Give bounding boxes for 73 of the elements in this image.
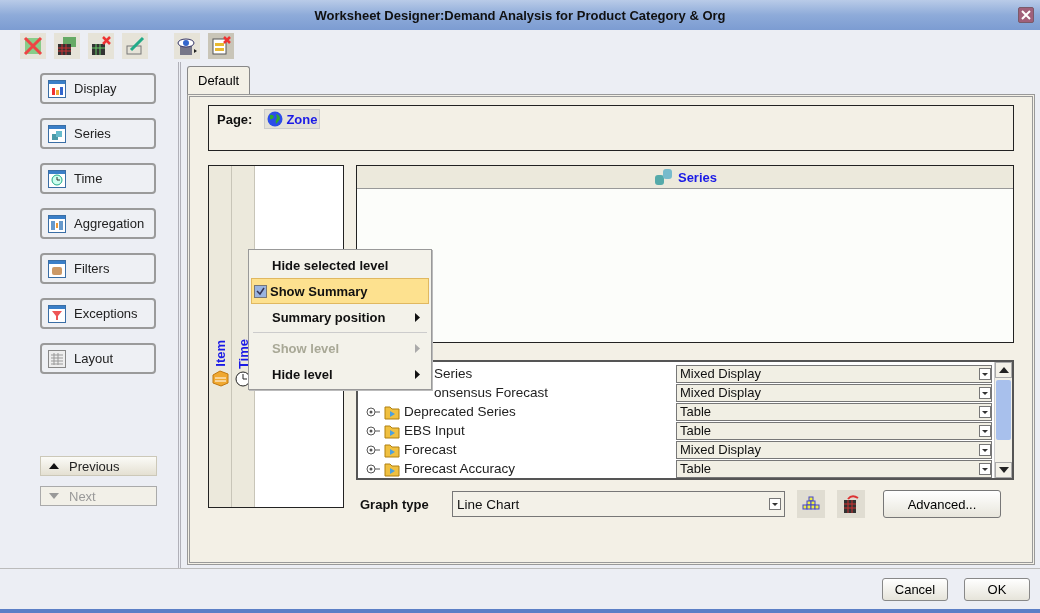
grid-delete-icon (23, 36, 43, 56)
scrollbar[interactable] (994, 362, 1012, 478)
folder-icon (384, 403, 400, 420)
grid-delete-icon (91, 36, 111, 56)
tab[interactable]: Default (187, 66, 251, 94)
nav-button[interactable]: Display (40, 73, 156, 104)
dimension-chip[interactable]: Zone (264, 109, 321, 129)
up-triangle-icon (998, 367, 1009, 373)
toolbar-button[interactable] (54, 33, 80, 59)
display-dropdown[interactable]: Table (676, 402, 992, 421)
display-dropdown[interactable]: Table (676, 459, 992, 478)
series-name[interactable]: Deprecated Series (404, 404, 516, 419)
nav-button[interactable]: Aggregation (40, 208, 156, 239)
tree-node-icon (366, 444, 380, 455)
menu-item[interactable]: Hide selected level (251, 252, 429, 278)
display-dropdown[interactable]: Mixed Display (676, 383, 992, 402)
graph-type-dropdown[interactable]: Line Chart (452, 491, 785, 517)
display-dropdown[interactable]: Mixed Display (676, 364, 992, 383)
table-grid-icon (48, 349, 66, 368)
down-triangle-icon (49, 493, 59, 499)
toolbar-button[interactable] (88, 33, 114, 59)
clock-icon (48, 169, 66, 188)
tree-node-icon (366, 406, 380, 417)
series-name[interactable]: Forecast (404, 442, 457, 457)
pencil-icon (125, 36, 145, 56)
checkbox-icon (254, 284, 267, 298)
folder-icon (384, 441, 400, 458)
series-header[interactable]: Series (677, 169, 717, 185)
bar-chart-icon (48, 79, 66, 98)
axis-label[interactable]: Item (212, 340, 228, 367)
down-triangle-icon (998, 467, 1009, 473)
nav-button[interactable]: Exceptions (40, 298, 156, 329)
nav-button[interactable]: Filters (40, 253, 156, 284)
eye-icon (176, 36, 198, 56)
menu-item[interactable]: Hide level (251, 361, 429, 387)
folder-icon (384, 460, 400, 477)
graph-type-label: Graph type (360, 496, 430, 512)
step-button[interactable]: Previous (40, 456, 157, 476)
graph-options-button[interactable] (797, 490, 825, 518)
submenu-arrow-icon (415, 369, 420, 379)
series-name[interactable]: EBS Input (404, 423, 465, 438)
globe-icon (267, 111, 284, 127)
series-name[interactable]: Forecast Accuracy (404, 461, 516, 476)
nav-button[interactable]: Layout (40, 343, 156, 374)
advanced-button[interactable]: Advanced... (883, 490, 1001, 518)
nav-button[interactable]: Series (40, 118, 156, 149)
folder-icon (384, 422, 400, 439)
axis-label[interactable]: Time (235, 338, 251, 369)
up-triangle-icon (49, 463, 59, 469)
close-button[interactable] (1018, 7, 1034, 23)
menu-item[interactable]: Summary position (251, 304, 429, 330)
list-delete-icon (211, 36, 231, 56)
submenu-arrow-icon (415, 312, 420, 322)
nav-button[interactable]: Time (40, 163, 156, 194)
window-title: Worksheet Designer:Demand Analysis for Product Category & Org (314, 7, 726, 23)
display-dropdown[interactable]: Table (676, 421, 992, 440)
tree-node-icon (366, 463, 380, 474)
page-label: Page: (217, 112, 253, 127)
display-dropdown[interactable]: Mixed Display (676, 440, 992, 459)
grid-icon (57, 36, 77, 56)
menu-item[interactable]: Show Summary (251, 278, 429, 304)
footer-button[interactable]: Cancel (882, 577, 948, 601)
footer-button[interactable]: OK (964, 577, 1030, 601)
toolbar-button[interactable] (174, 33, 200, 59)
funnel-icon (48, 304, 66, 323)
grid-export-button[interactable] (837, 490, 865, 518)
series-name[interactable]: Series (434, 366, 473, 381)
tree-node-icon (366, 425, 380, 436)
series-name[interactable]: onsensus Forecast (434, 385, 549, 400)
columns-icon (48, 214, 66, 233)
grid-arrow-icon (842, 494, 860, 514)
pyramid-icon (801, 495, 821, 513)
submenu-arrow-icon (415, 343, 420, 353)
